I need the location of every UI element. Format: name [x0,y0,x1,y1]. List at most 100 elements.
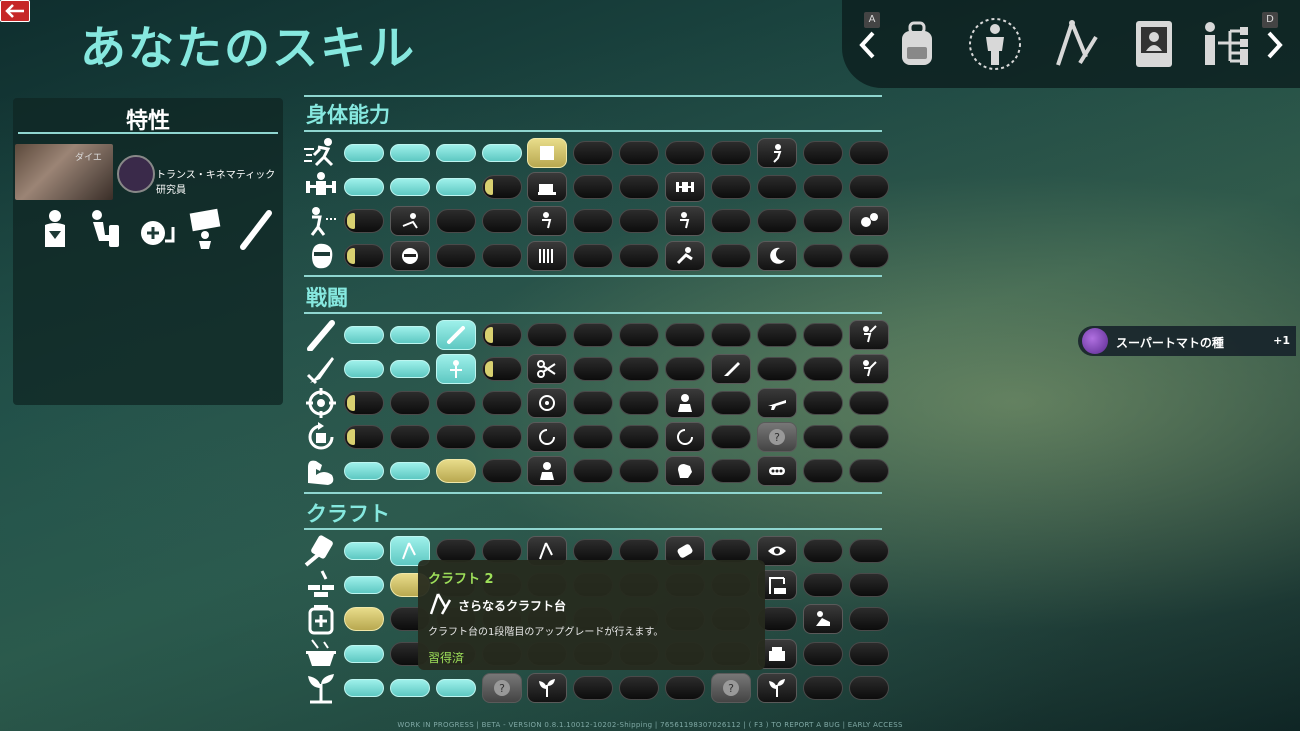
skill-level-10[interactable] [757,388,797,418]
skill-level-9[interactable] [711,244,751,268]
skill-level-11[interactable] [803,459,843,483]
skill-level-11[interactable] [803,391,843,415]
skill-level-11[interactable] [803,244,843,268]
skill-level-11[interactable] [803,604,843,634]
skill-level-11[interactable] [803,141,843,165]
skill-level-1[interactable] [344,679,384,697]
skill-level-3[interactable] [436,320,476,350]
skill-level-12[interactable] [849,607,889,631]
skill-level-11[interactable] [803,642,843,666]
skill-level-6[interactable] [573,676,613,700]
skill-level-9[interactable] [711,175,751,199]
skill-level-4[interactable] [482,175,522,199]
skill-level-2[interactable] [390,241,430,271]
skill-level-9[interactable] [711,354,751,384]
skills-tree-icon[interactable] [1198,14,1256,74]
skill-level-2[interactable] [390,425,430,449]
skill-level-5[interactable] [527,172,567,202]
skill-level-7[interactable] [619,175,659,199]
skill-level-12[interactable] [849,425,889,449]
skill-level-10[interactable] [757,673,797,703]
body-icon[interactable] [966,14,1024,74]
skill-level-2[interactable] [390,326,430,344]
skill-level-12[interactable] [849,141,889,165]
skill-level-2[interactable] [390,462,430,480]
skill-level-12[interactable] [849,539,889,563]
skill-level-5[interactable] [527,138,567,168]
bat-icon[interactable] [235,206,275,252]
nav-prev-icon[interactable] [858,30,878,60]
skill-level-6[interactable] [573,175,613,199]
skill-level-12[interactable] [849,320,889,350]
skill-level-3[interactable] [436,178,476,196]
skill-level-11[interactable] [803,209,843,233]
back-button[interactable] [0,0,30,22]
skill-level-12[interactable] [849,642,889,666]
skill-level-7[interactable] [619,425,659,449]
skill-level-10[interactable] [757,241,797,271]
skill-level-10[interactable] [757,456,797,486]
skill-level-9[interactable] [711,141,751,165]
skill-level-10[interactable] [757,323,797,347]
skill-level-6[interactable] [573,391,613,415]
skill-level-5[interactable] [527,673,567,703]
skill-level-5[interactable] [527,388,567,418]
skill-level-11[interactable] [803,357,843,381]
skill-level-9[interactable]: ? [711,673,751,703]
sign-carrier-icon[interactable] [185,206,225,252]
skill-level-5[interactable] [527,456,567,486]
cold-shiver-icon[interactable] [35,206,75,252]
skill-level-1[interactable] [344,244,384,268]
crafting-compass-icon[interactable] [1044,14,1102,74]
skill-level-10[interactable] [757,175,797,199]
skill-level-8[interactable] [665,141,705,165]
skill-level-4[interactable] [482,425,522,449]
backpack-icon[interactable] [888,14,946,74]
skill-level-11[interactable] [803,425,843,449]
skill-level-3[interactable] [436,209,476,233]
skill-level-6[interactable] [573,141,613,165]
skill-level-7[interactable] [619,141,659,165]
skill-level-10[interactable] [757,209,797,233]
skill-level-8[interactable] [665,676,705,700]
skill-level-8[interactable] [665,388,705,418]
skill-level-1[interactable] [344,462,384,480]
skill-level-1[interactable] [344,542,384,560]
skill-level-5[interactable] [527,354,567,384]
skill-level-1[interactable] [344,326,384,344]
skill-level-5[interactable] [527,422,567,452]
nav-next-icon[interactable] [1264,30,1284,60]
skill-level-2[interactable] [390,144,430,162]
skill-level-12[interactable] [849,175,889,199]
skill-level-6[interactable] [573,323,613,347]
skill-level-2[interactable] [390,679,430,697]
skill-level-9[interactable] [711,459,751,483]
skill-level-7[interactable] [619,357,659,381]
skill-level-10[interactable]: ? [757,422,797,452]
skill-level-10[interactable] [757,357,797,381]
skill-level-8[interactable] [665,422,705,452]
skill-level-1[interactable] [344,360,384,378]
skill-level-5[interactable] [527,323,567,347]
skill-level-3[interactable] [436,354,476,384]
skill-level-3[interactable] [436,679,476,697]
skill-level-2[interactable] [390,178,430,196]
skill-level-9[interactable] [711,209,751,233]
skill-level-3[interactable] [436,425,476,449]
skill-level-1[interactable] [344,607,384,631]
skill-level-11[interactable] [803,323,843,347]
skill-level-4[interactable] [482,391,522,415]
skill-level-4[interactable] [482,209,522,233]
skill-level-1[interactable] [344,178,384,196]
skill-level-1[interactable] [344,391,384,415]
skill-level-2[interactable] [390,391,430,415]
skill-level-11[interactable] [803,175,843,199]
skill-level-1[interactable] [344,425,384,449]
skill-level-1[interactable] [344,576,384,594]
skill-level-8[interactable] [665,456,705,486]
skill-level-3[interactable] [436,144,476,162]
skill-level-9[interactable] [711,323,751,347]
skill-level-3[interactable] [436,459,476,483]
skill-level-4[interactable] [482,323,522,347]
skill-level-12[interactable] [849,573,889,597]
